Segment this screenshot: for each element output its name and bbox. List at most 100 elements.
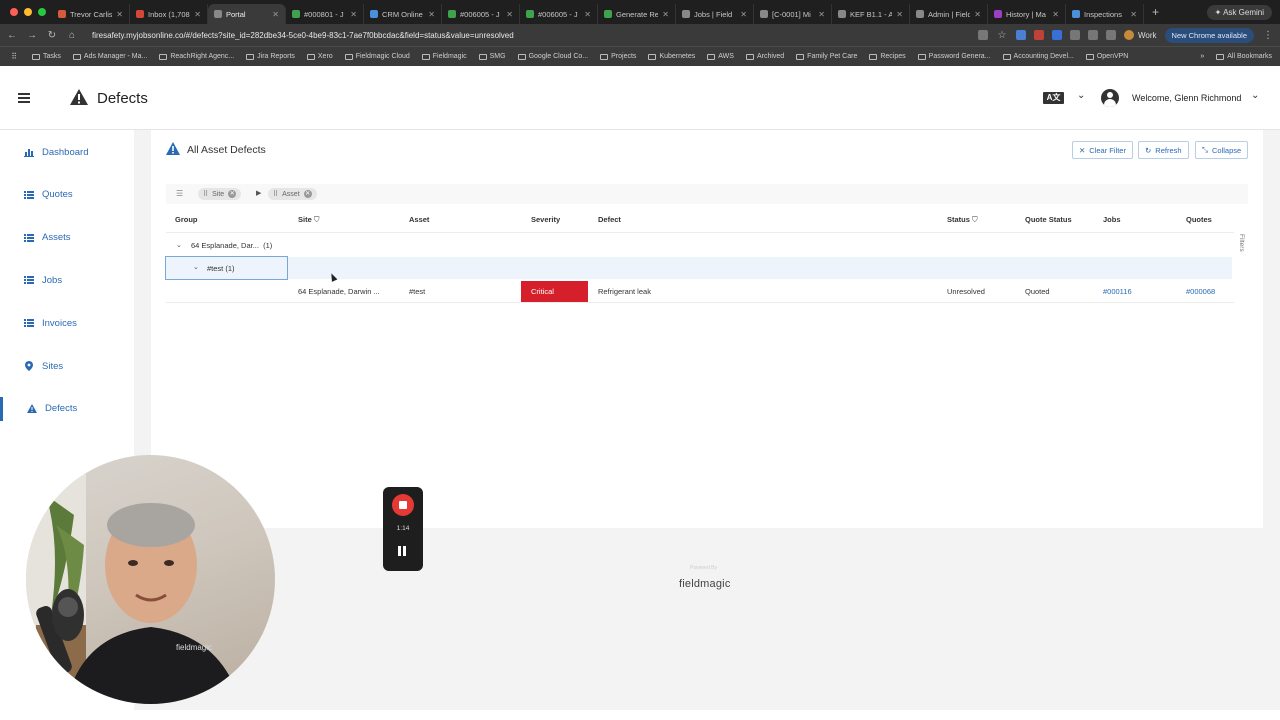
zoom-window-button[interactable]	[38, 8, 46, 16]
column-header-severity[interactable]: Severity	[531, 215, 560, 224]
collapse-button[interactable]: ⤡ Collapse	[1195, 141, 1249, 159]
home-icon[interactable]: ⌂	[66, 30, 78, 41]
user-avatar-icon[interactable]	[1101, 89, 1119, 107]
bookmark-item[interactable]: Recipes	[869, 53, 906, 60]
close-tab-icon[interactable]: ✕	[1052, 10, 1059, 19]
menu-icon[interactable]	[18, 93, 30, 103]
all-bookmarks-link[interactable]: All Bookmarks	[1216, 53, 1272, 60]
filters-side-tab[interactable]: Filters	[1236, 234, 1246, 266]
group-row-site[interactable]: ⌄ 64 Esplanade, Dar... (1)	[166, 235, 1234, 255]
column-header-asset[interactable]: Asset	[409, 215, 429, 224]
ask-gemini-button[interactable]: ✦ Ask Gemini	[1206, 4, 1272, 20]
close-window-button[interactable]	[10, 8, 18, 16]
new-tab-icon[interactable]: +	[1144, 5, 1167, 19]
column-header-jobs[interactable]: Jobs	[1103, 215, 1121, 224]
browser-tab[interactable]: #006005 - J ✕	[442, 4, 520, 24]
browser-tab[interactable]: Inspections ✕	[1066, 4, 1144, 24]
sidebar-item-invoices[interactable]: Invoices	[0, 311, 134, 335]
close-tab-icon[interactable]: ✕	[1130, 10, 1137, 19]
chevron-down-icon[interactable]: ⌄	[193, 263, 199, 271]
bookmark-item[interactable]: Fieldmagic	[421, 53, 467, 60]
filter-icon[interactable]: ⛉	[972, 215, 978, 224]
browser-tab[interactable]: CRM Online ✕	[364, 4, 442, 24]
bookmark-item[interactable]: SMG	[478, 53, 506, 60]
bookmark-item[interactable]: ReachRight Agenc...	[159, 53, 234, 60]
more-menu-icon[interactable]: ⋮	[1262, 30, 1274, 41]
close-tab-icon[interactable]: ✕	[896, 10, 903, 19]
close-tab-icon[interactable]: ✕	[818, 10, 825, 19]
extension-icon[interactable]	[1016, 30, 1027, 40]
remove-chip-icon[interactable]: ✕	[303, 190, 312, 198]
profile-button[interactable]: Work	[1124, 30, 1157, 40]
stop-recording-button[interactable]	[392, 494, 414, 516]
column-header-defect[interactable]: Defect	[598, 215, 621, 224]
column-header-group[interactable]: Group	[175, 215, 198, 224]
extension-icon[interactable]	[1052, 30, 1063, 40]
browser-tab[interactable]: Generate Re ✕	[598, 4, 676, 24]
sidebar-item-jobs[interactable]: Jobs	[0, 268, 134, 292]
column-header-quote-status[interactable]: Quote Status	[1025, 215, 1072, 224]
column-header-site[interactable]: Site ⛉	[298, 215, 319, 225]
close-tab-icon[interactable]: ✕	[506, 10, 513, 19]
job-link[interactable]: #000116	[1103, 287, 1132, 296]
close-tab-icon[interactable]: ✕	[350, 10, 357, 19]
pause-recording-button[interactable]	[398, 543, 408, 556]
bookmark-item[interactable]: Xero	[306, 53, 333, 60]
more-bookmarks-icon[interactable]: »	[1200, 53, 1204, 60]
group-row-asset[interactable]	[166, 257, 1232, 279]
sidebar-icon[interactable]	[1106, 30, 1117, 40]
browser-tab[interactable]: History | Ma ✕	[988, 4, 1066, 24]
chevron-down-icon[interactable]: ⌄	[1251, 90, 1259, 101]
sidebar-item-defects[interactable]: Defects	[0, 396, 134, 421]
close-tab-icon[interactable]: ✕	[662, 10, 669, 19]
close-tab-icon[interactable]: ✕	[974, 10, 981, 19]
column-header-quotes[interactable]: Quotes	[1186, 215, 1212, 224]
chevron-down-icon[interactable]: ⌄	[176, 241, 182, 249]
bookmark-item[interactable]: Archived	[745, 53, 784, 60]
drag-handle-icon[interactable]: ⠿	[273, 190, 278, 198]
forward-icon[interactable]: →	[26, 30, 38, 41]
browser-tab[interactable]: Portal ✕	[208, 4, 286, 24]
bookmark-item[interactable]: Projects	[600, 53, 636, 60]
browser-tab[interactable]: #006005 - J ✕	[520, 4, 598, 24]
bookmark-item[interactable]: Family Pet Care	[796, 53, 857, 60]
bookmark-item[interactable]: OpenVPN	[1085, 53, 1128, 60]
bookmark-item[interactable]: Ads Manager - Ma...	[72, 53, 147, 60]
browser-tab[interactable]: #000801 - J ✕	[286, 4, 364, 24]
close-tab-icon[interactable]: ✕	[428, 10, 435, 19]
browser-tab[interactable]: KEF B1.1 - A ✕	[832, 4, 910, 24]
reload-icon[interactable]: ↻	[46, 30, 58, 41]
bookmark-item[interactable]: Kubernetes	[648, 53, 695, 60]
drag-handle-icon[interactable]: ⠿	[203, 190, 208, 198]
bookmark-item[interactable]: Google Cloud Co...	[517, 53, 588, 60]
minimize-window-button[interactable]	[24, 8, 32, 16]
selected-group-cell[interactable]: ⌄ #test (1)	[165, 256, 288, 280]
browser-tab[interactable]: Trevor Carlis ✕	[52, 4, 130, 24]
column-header-status[interactable]: Status ⛉	[947, 215, 978, 225]
quote-link[interactable]: #000068	[1186, 287, 1215, 296]
browser-tab[interactable]: Inbox (1,708) ✕	[130, 4, 208, 24]
extension-icon[interactable]	[1070, 30, 1081, 40]
group-chip-site[interactable]: ⠿ Site ✕	[198, 188, 242, 200]
close-tab-icon[interactable]: ✕	[116, 10, 123, 19]
apps-grid-icon[interactable]: ⠿	[8, 52, 20, 61]
close-tab-icon[interactable]: ✕	[194, 10, 201, 19]
sidebar-item-assets[interactable]: Assets	[0, 226, 134, 250]
back-icon[interactable]: ←	[6, 30, 18, 41]
close-tab-icon[interactable]: ✕	[272, 10, 279, 19]
bookmark-item[interactable]: Password Genera...	[917, 53, 991, 60]
group-chip-asset[interactable]: ⠿ Asset ✕	[268, 188, 317, 200]
close-tab-icon[interactable]: ✕	[584, 10, 591, 19]
extension-icon[interactable]	[978, 30, 989, 40]
extensions-puzzle-icon[interactable]	[1088, 30, 1099, 40]
chrome-update-button[interactable]: New Chrome available	[1164, 27, 1254, 43]
refresh-button[interactable]: ↻ Refresh	[1138, 141, 1189, 159]
bookmark-star-icon[interactable]: ☆	[996, 30, 1008, 41]
close-tab-icon[interactable]: ✕	[740, 10, 747, 19]
filter-icon[interactable]: ⛉	[314, 215, 320, 224]
bookmark-item[interactable]: Jira Reports	[246, 53, 295, 60]
bookmark-item[interactable]: Fieldmagic Cloud	[344, 53, 410, 60]
chevron-down-icon[interactable]: ⌄	[1077, 90, 1085, 101]
browser-tab[interactable]: Jobs | Field ✕	[676, 4, 754, 24]
url-field[interactable]: firesafety.myjobsonline.co/#/defects?sit…	[86, 31, 970, 40]
